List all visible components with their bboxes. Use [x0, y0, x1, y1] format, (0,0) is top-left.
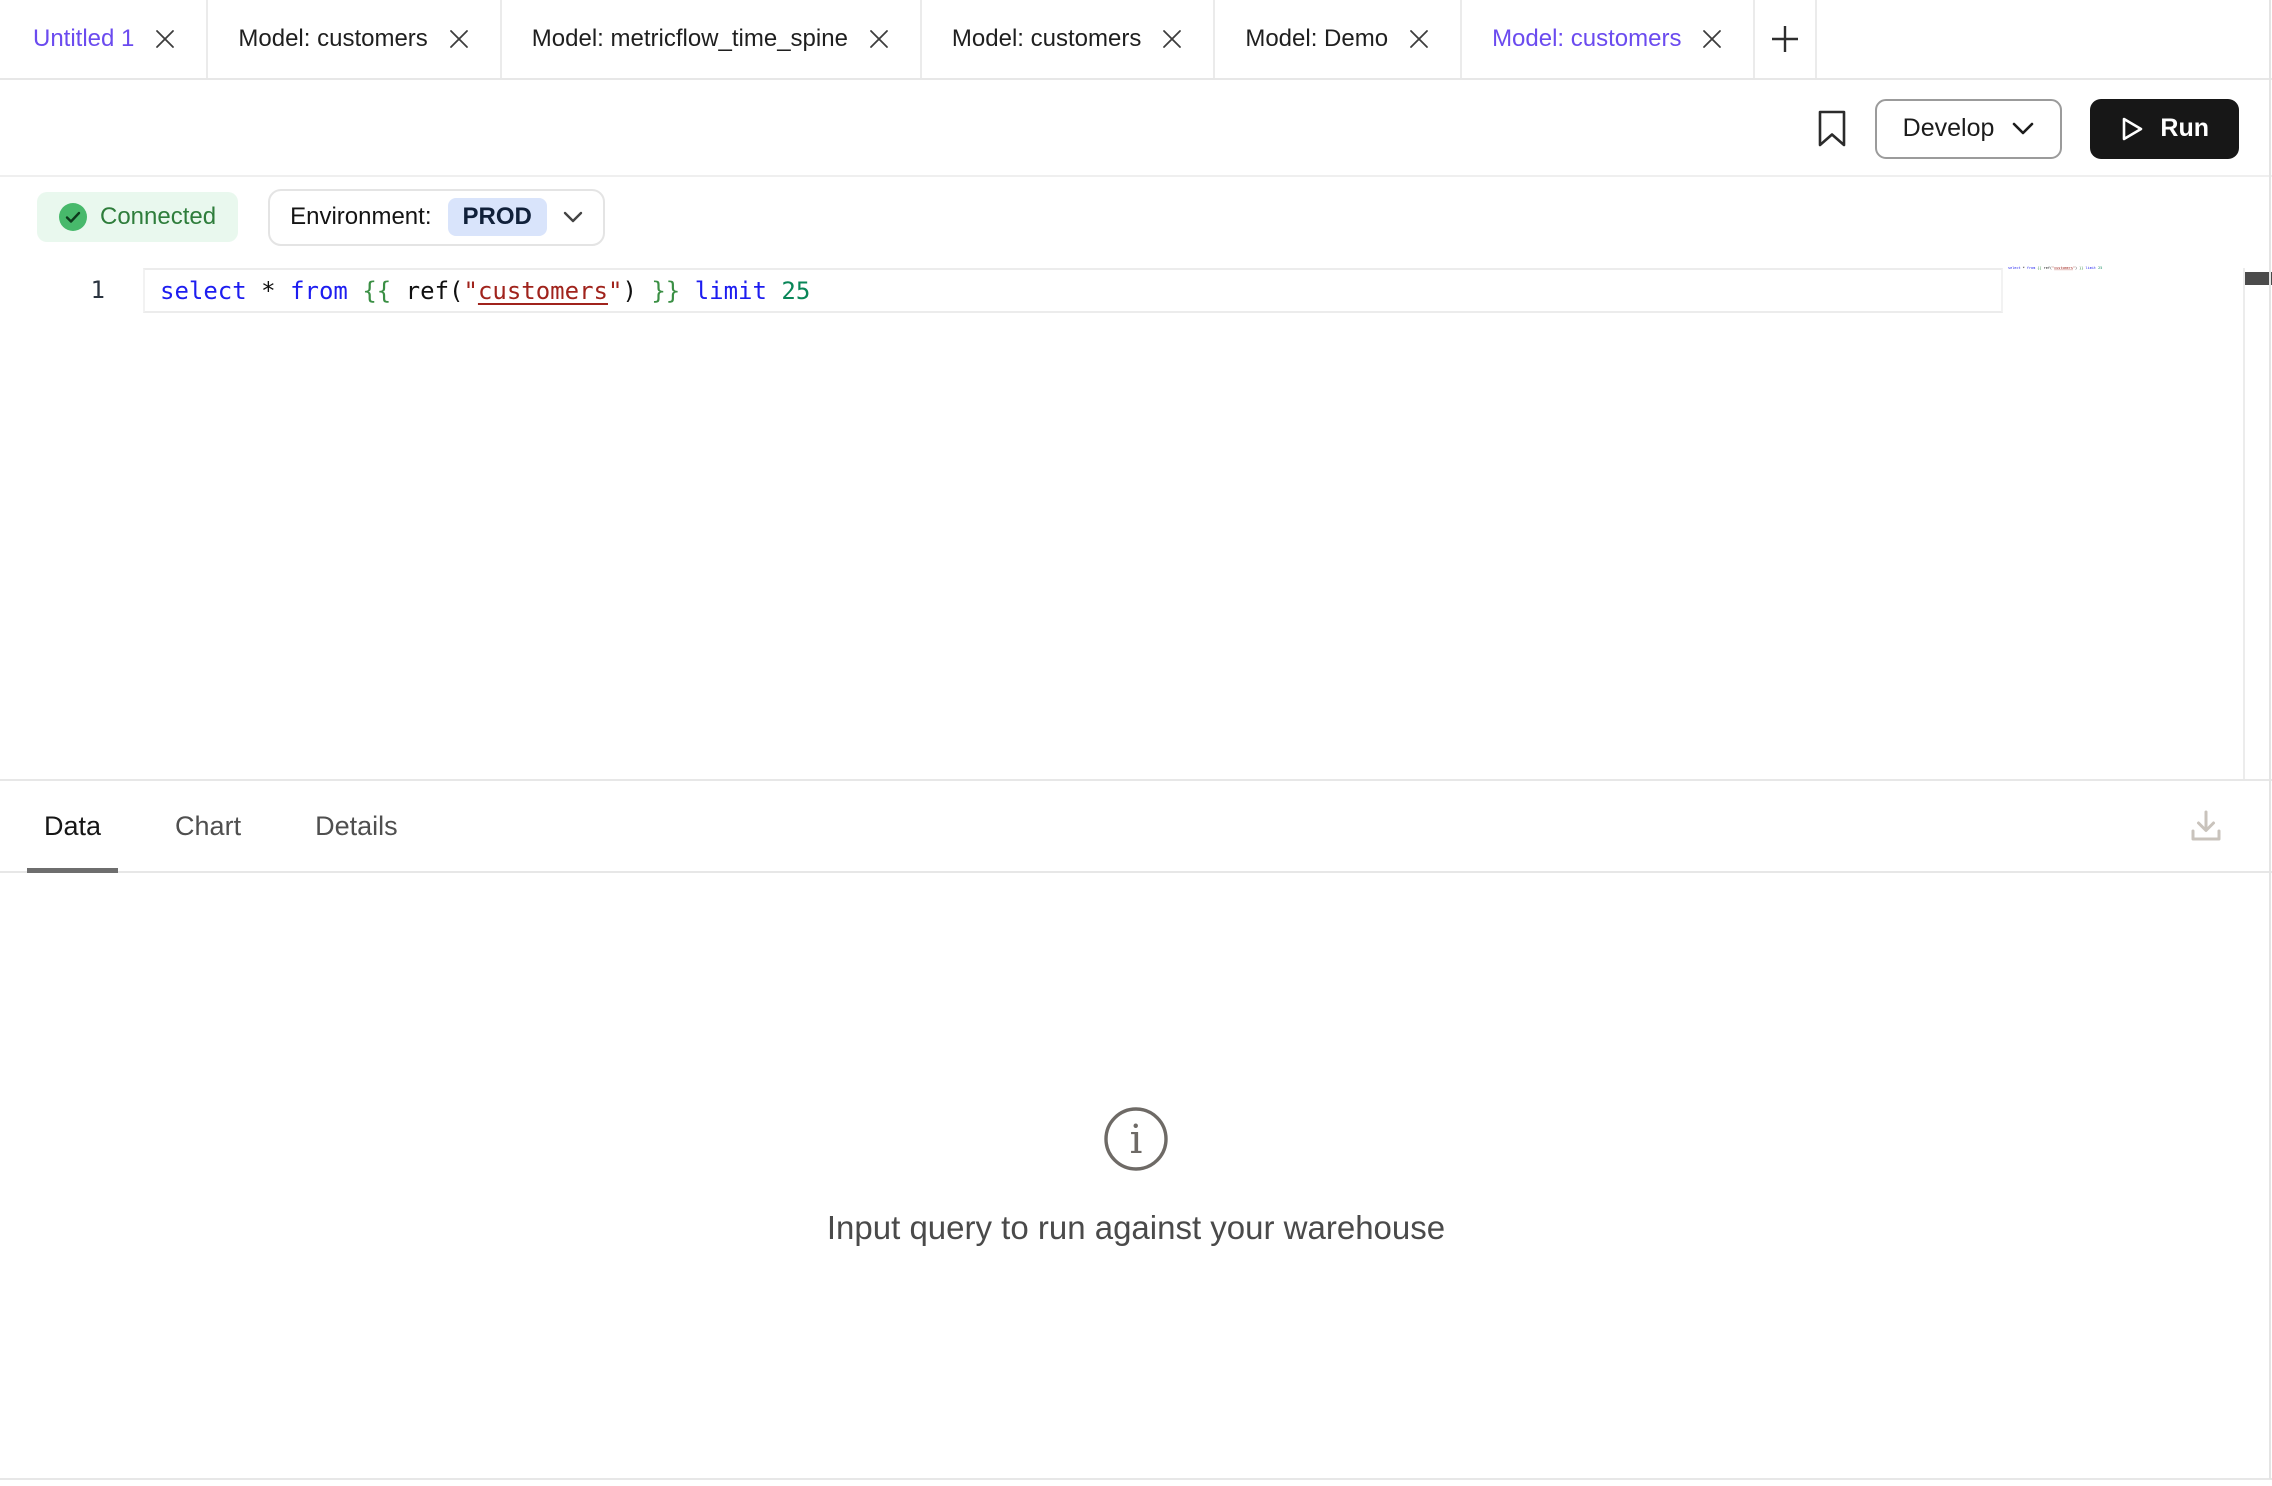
results-tab-bar: Data Chart Details — [0, 779, 2272, 873]
code-token — [767, 277, 781, 305]
environment-value-chip: PROD — [448, 198, 547, 236]
tab-label: Model: customers — [952, 25, 1141, 53]
editor-current-line[interactable]: select * from {{ ref("customers") }} lim… — [143, 268, 2003, 313]
code-token: 25 — [2098, 266, 2102, 270]
close-icon[interactable] — [154, 28, 176, 50]
play-icon — [2120, 116, 2144, 142]
plus-icon — [1768, 22, 1802, 56]
code-token — [247, 277, 261, 305]
code-token: ( — [449, 277, 463, 305]
minimap-code-line: select * from {{ ref("customers") }} lim… — [2008, 266, 2102, 270]
tab-label: Model: metricflow_time_spine — [532, 25, 848, 53]
code-token: 25 — [781, 277, 810, 305]
tab-1[interactable]: Model: customers — [208, 0, 501, 78]
develop-button-label: Develop — [1903, 114, 1995, 143]
line-number: 1 — [0, 268, 105, 313]
tab-4[interactable]: Model: Demo — [1215, 0, 1462, 78]
run-button[interactable]: Run — [2090, 99, 2239, 159]
toolbar: Develop Run — [0, 82, 2272, 177]
tab-5[interactable]: Model: customers — [1462, 0, 1755, 78]
tab-label: Model: customers — [1492, 25, 1681, 53]
code-token: " — [463, 277, 477, 305]
code-token — [391, 277, 405, 305]
code-token: from — [290, 277, 348, 305]
new-tab-button[interactable] — [1755, 0, 1817, 78]
develop-button[interactable]: Develop — [1875, 99, 2063, 159]
bookmark-icon — [1817, 110, 1847, 148]
code-token: ref — [406, 277, 449, 305]
results-panel: i Input query to run against your wareho… — [0, 873, 2272, 1478]
tab-chart[interactable]: Chart — [169, 781, 247, 871]
code-ref-link[interactable]: customers — [478, 277, 608, 305]
environment-selector[interactable]: Environment: PROD — [268, 189, 605, 246]
code-token: select — [2008, 266, 2021, 270]
code-token — [276, 277, 290, 305]
editor-scrollbar-thumb[interactable] — [2245, 272, 2272, 285]
download-icon — [2186, 806, 2226, 846]
tab-data[interactable]: Data — [38, 781, 107, 871]
tab-label: Model: customers — [238, 25, 427, 53]
window-right-edge — [2269, 0, 2271, 1479]
code-token: limit — [695, 277, 767, 305]
code-token: * — [261, 277, 275, 305]
tab-details[interactable]: Details — [309, 781, 404, 871]
connection-status-label: Connected — [100, 203, 216, 231]
chevron-down-icon — [563, 211, 583, 224]
status-bar: Connected Environment: PROD — [0, 179, 2272, 255]
editor-scrollbar[interactable] — [2243, 268, 2272, 779]
tab-0[interactable]: Untitled 1 — [0, 0, 208, 78]
editor-minimap[interactable]: select * from {{ ref("customers") }} lim… — [2008, 266, 2248, 286]
tab-3[interactable]: Model: customers — [922, 0, 1215, 78]
empty-state-message: Input query to run against your warehous… — [827, 1209, 1445, 1247]
close-icon[interactable] — [1161, 28, 1183, 50]
environment-label: Environment: — [290, 203, 431, 231]
close-icon[interactable] — [868, 28, 890, 50]
code-line: select * from {{ ref("customers") }} lim… — [160, 277, 810, 305]
info-icon: i — [1102, 1105, 1170, 1173]
tab-label: Untitled 1 — [33, 25, 134, 53]
tab-strip: Untitled 1 Model: customers Model: metricf… — [0, 0, 1755, 78]
tab-2[interactable]: Model: metricflow_time_spine — [502, 0, 922, 78]
code-token: select — [160, 277, 247, 305]
bottom-divider — [0, 1478, 2272, 1480]
editor-tab-bar: Untitled 1 Model: customers Model: metricf… — [0, 0, 2272, 80]
code-token: " — [608, 277, 622, 305]
tab-label: Model: Demo — [1245, 25, 1388, 53]
code-token: ) — [622, 277, 636, 305]
code-token — [348, 277, 362, 305]
code-token: }} — [651, 277, 680, 305]
bookmark-button[interactable] — [1817, 110, 1847, 148]
code-token — [637, 277, 651, 305]
code-token: from — [2027, 266, 2035, 270]
code-token: {{ — [362, 277, 391, 305]
code-token: limit — [2086, 266, 2096, 270]
sql-editor[interactable]: 1 select * from {{ ref("customers") }} l… — [0, 255, 2272, 779]
close-icon[interactable] — [448, 28, 470, 50]
close-icon[interactable] — [1408, 28, 1430, 50]
close-icon[interactable] — [1701, 28, 1723, 50]
code-token — [680, 277, 694, 305]
run-button-label: Run — [2160, 114, 2209, 143]
code-ref-link[interactable]: customers — [2054, 266, 2073, 270]
svg-text:i: i — [1130, 1117, 1143, 1163]
chevron-down-icon — [2012, 122, 2034, 136]
connection-status-badge: Connected — [37, 192, 238, 242]
download-results-button[interactable] — [2186, 806, 2226, 846]
check-icon — [59, 203, 87, 231]
